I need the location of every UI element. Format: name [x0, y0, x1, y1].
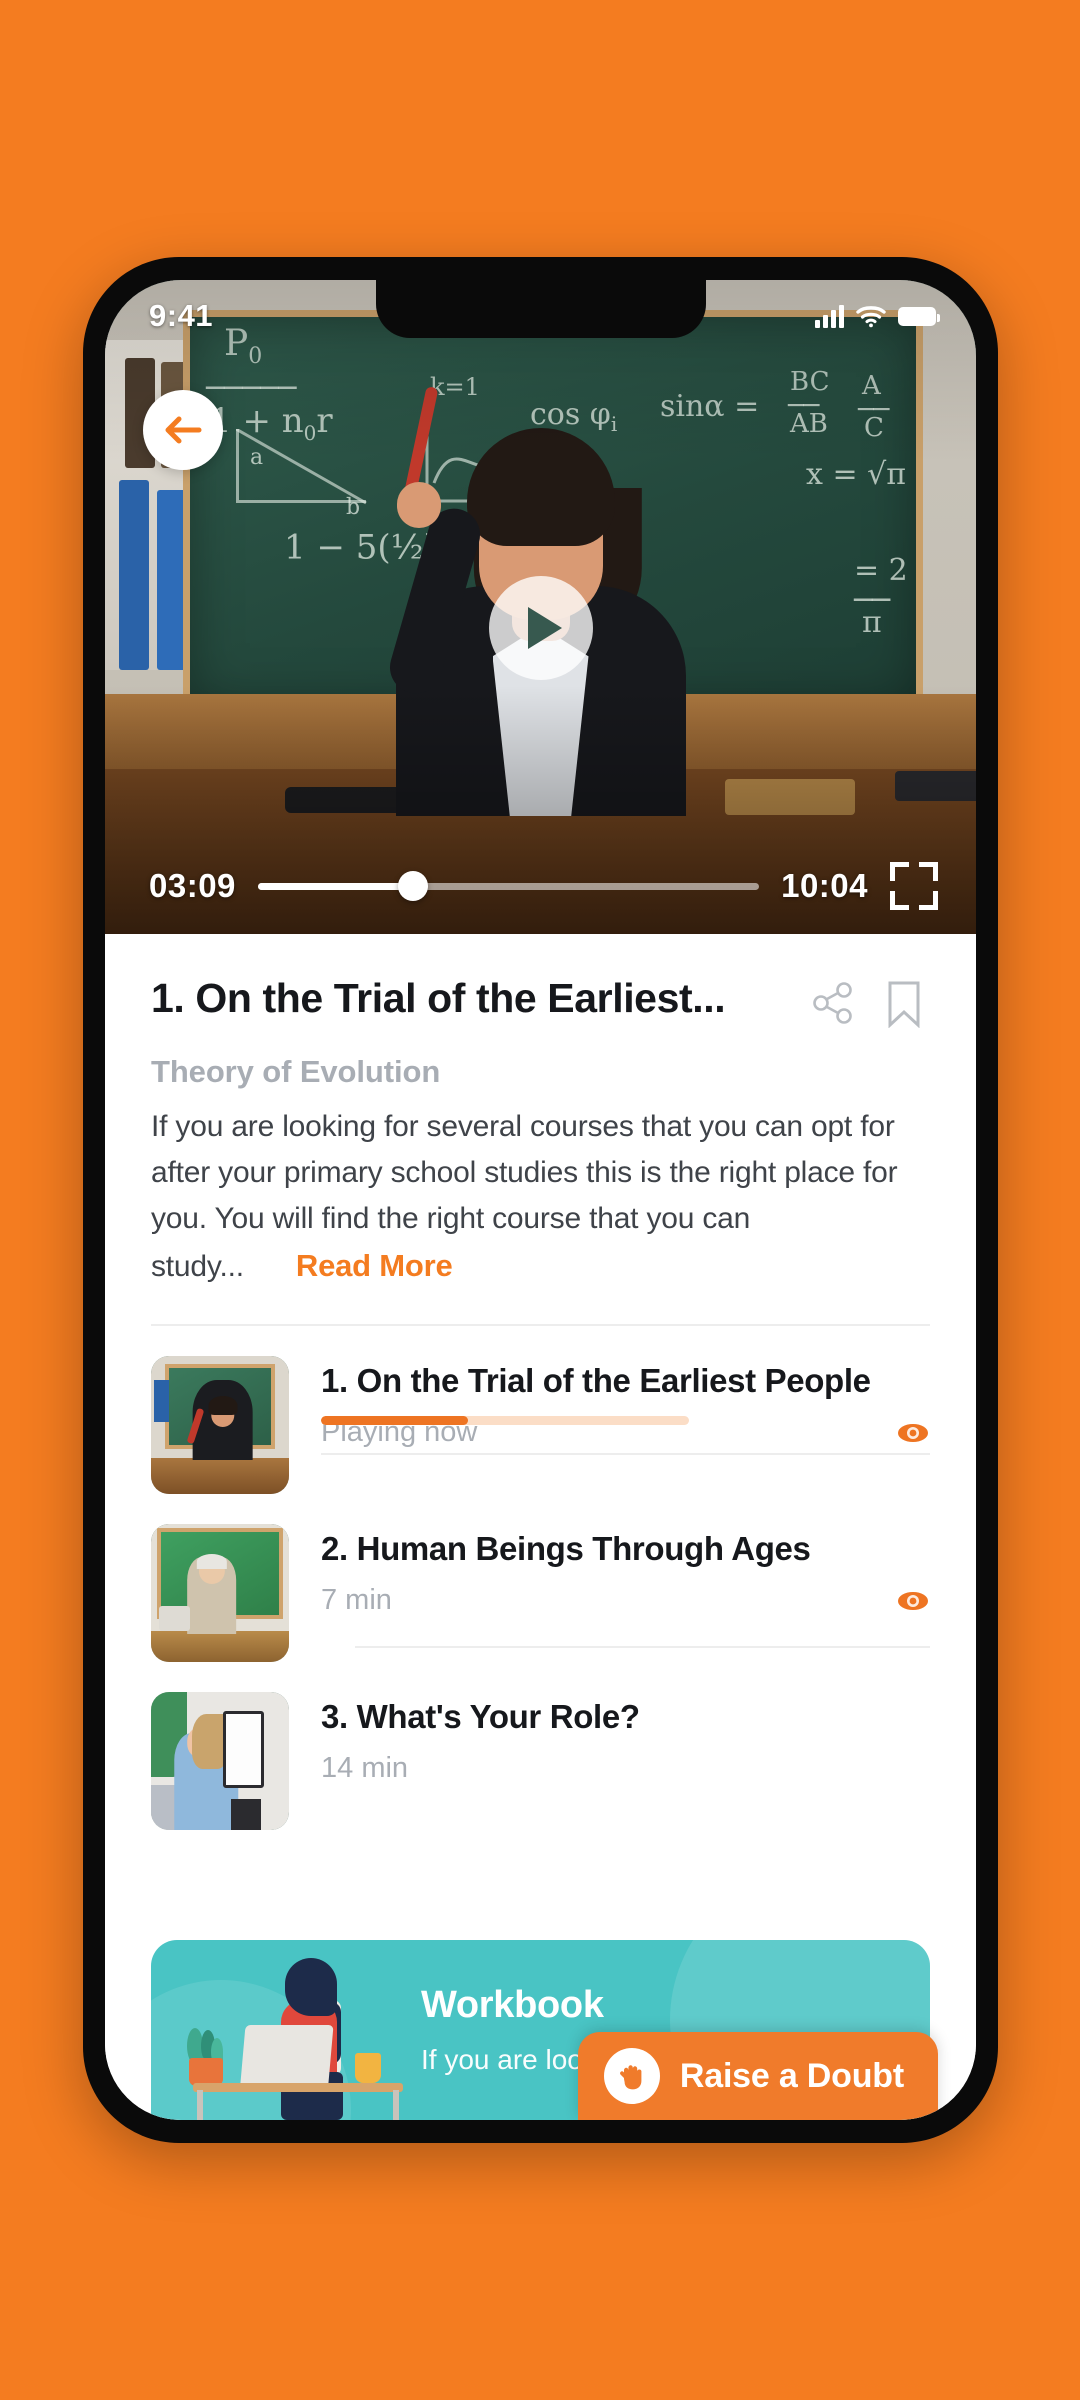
raised-hand-icon-circle [603, 2048, 660, 2104]
play-button[interactable] [488, 576, 593, 680]
bookmark-icon [888, 981, 920, 1029]
lesson-thumbnail [151, 1355, 289, 1494]
read-more-link[interactable]: Read More [296, 1242, 453, 1289]
lesson-thumbnail [151, 1523, 289, 1662]
workbook-title: Workbook [421, 1984, 604, 2026]
phone-frame: P0 ───── 1 + n0r k=1 cos φi sinα = BC ──… [83, 257, 998, 2143]
raise-a-doubt-button[interactable]: Raise a Doubt [577, 2032, 938, 2120]
raise-a-doubt-label: Raise a Doubt [679, 2056, 904, 2095]
page-title: 1. On the Trial of the Earliest... [151, 975, 726, 1021]
workbook-illustration [185, 1958, 415, 2120]
status-bar: 9:41 [105, 280, 976, 352]
share-button[interactable] [810, 980, 856, 1026]
wifi-icon [856, 306, 886, 328]
cellular-signal-icon [815, 304, 844, 328]
title-row: 1. On the Trial of the Earliest... [151, 934, 930, 1029]
current-time: 03:09 [149, 867, 236, 904]
lesson-separator [355, 1645, 930, 1648]
bookmark-button[interactable] [884, 980, 930, 1029]
battery-icon [898, 306, 940, 326]
status-icons [815, 304, 940, 328]
description-tail: study... [151, 1249, 244, 1283]
list-item[interactable]: 2. Human Beings Through Ages 7 min [151, 1494, 930, 1662]
lesson-progress-fill [321, 1415, 469, 1425]
lesson-body: 1. On the Trial of the Earliest People P… [321, 1356, 930, 1455]
title-actions [810, 976, 930, 1029]
description-text: If you are looking for several courses t… [151, 1110, 898, 1235]
lesson-duration: 14 min [321, 1751, 409, 1784]
list-item[interactable]: 1. On the Trial of the Earliest People P… [151, 1326, 930, 1494]
phone-screen: P0 ───── 1 + n0r k=1 cos φi sinα = BC ──… [105, 280, 976, 2120]
lesson-title: 2. Human Beings Through Ages [321, 1529, 811, 1567]
lesson-description: If you are looking for several courses t… [151, 1104, 930, 1290]
total-time: 10:04 [781, 867, 868, 904]
fullscreen-icon[interactable] [890, 862, 938, 910]
lesson-title: 1. On the Trial of the Earliest People [321, 1361, 871, 1399]
seek-bar[interactable] [257, 871, 760, 901]
lesson-body: 2. Human Beings Through Ages 7 min [321, 1524, 930, 1648]
video-player[interactable]: P0 ───── 1 + n0r k=1 cos φi sinα = BC ──… [105, 280, 976, 934]
lesson-title: 3. What's Your Role? [321, 1697, 640, 1735]
share-icon [813, 982, 852, 1024]
lesson-content: 1. On the Trial of the Earliest... Theor… [105, 934, 976, 2120]
lesson-duration: 7 min [321, 1584, 392, 1616]
seek-knob[interactable] [398, 871, 429, 901]
back-button[interactable] [143, 390, 223, 470]
subject-label: Theory of Evolution [151, 1054, 441, 1089]
lesson-separator [321, 1452, 930, 1455]
list-item[interactable]: 3. What's Your Role? 14 min [151, 1662, 930, 1830]
lesson-meta-row: 14 min [321, 1752, 930, 1785]
play-icon [527, 607, 562, 649]
eye-icon[interactable] [896, 1416, 930, 1450]
lesson-thumbnail [151, 1691, 289, 1830]
seek-fill [257, 882, 414, 890]
lesson-meta-row: 7 min [321, 1584, 930, 1618]
lesson-progress-row [321, 1415, 930, 1425]
eye-icon[interactable] [896, 1584, 930, 1618]
lesson-body: 3. What's Your Role? 14 min [321, 1692, 930, 1785]
lesson-progress-bar [321, 1415, 689, 1425]
status-time: 9:41 [149, 298, 214, 333]
raised-hand-icon [619, 2065, 642, 2090]
description-last-line: study... Read More [151, 1242, 930, 1290]
back-arrow-icon [165, 416, 202, 444]
player-controls: 03:09 10:04 [105, 838, 976, 934]
